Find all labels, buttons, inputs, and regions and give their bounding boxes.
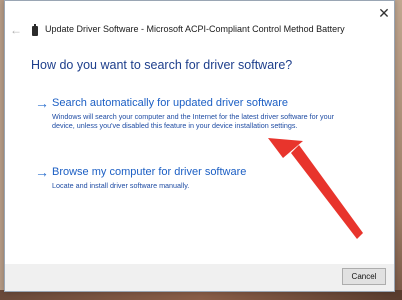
option-description: Locate and install driver software manua… xyxy=(52,181,190,190)
close-icon[interactable]: ✕ xyxy=(376,5,392,21)
option-description: Windows will search your computer and th… xyxy=(52,112,335,131)
dialog-footer: Cancel xyxy=(5,264,394,291)
battery-device-icon xyxy=(32,24,38,36)
desktop-background-right xyxy=(395,0,402,300)
right-arrow-icon: → xyxy=(35,95,49,111)
right-arrow-icon: → xyxy=(35,164,49,180)
back-arrow-icon[interactable]: ← xyxy=(9,23,23,37)
option-title[interactable]: Browse my computer for driver software xyxy=(52,166,246,178)
cancel-button[interactable]: Cancel xyxy=(342,268,386,285)
option-title[interactable]: Search automatically for updated driver … xyxy=(52,97,288,109)
title-bar: ← Update Driver Software - Microsoft ACP… xyxy=(5,1,394,37)
page-heading: How do you want to search for driver sof… xyxy=(31,58,293,72)
update-driver-dialog: ← Update Driver Software - Microsoft ACP… xyxy=(4,0,395,292)
window-title: Update Driver Software - Microsoft ACPI-… xyxy=(45,24,345,34)
